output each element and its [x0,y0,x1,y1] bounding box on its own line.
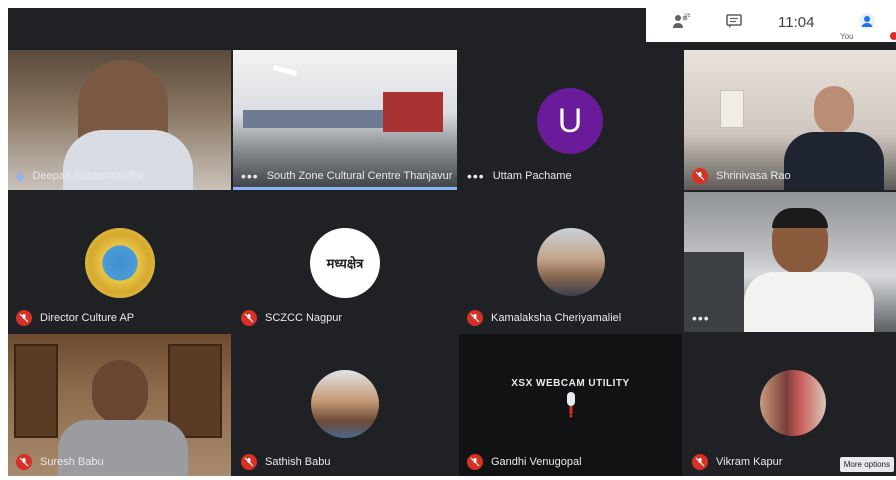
top-bar: 26 11:04 You [0,0,896,50]
more-dots-icon[interactable]: ••• [692,311,710,325]
participant-tile[interactable]: Shrinivasa Rao [684,50,896,190]
participant-label: Kamalaksha Cheriyamaliel [467,310,621,326]
participant-name: Deepak Sahasrabudhe [32,170,145,182]
pin-icon: ◆ [16,170,25,183]
clock: 11:04 [778,14,815,31]
mic-off-icon [467,310,483,326]
participant-label: Gandhi Venugopal [467,454,582,470]
you-label: You [840,32,854,41]
participant-tile[interactable]: Vikram Kapur More options [684,334,896,476]
participant-avatar [311,370,379,438]
mic-off-icon [241,310,257,326]
mic-off-icon [16,310,32,326]
status-panel: 26 11:04 You [650,4,896,42]
webcam-placeholder-text: XSX WEBCAM UTILITY [511,378,630,389]
participant-name: Gandhi Venugopal [491,456,582,468]
participant-name: Kamalaksha Cheriyamaliel [491,312,622,324]
meeting-header-dark [8,8,646,50]
webcam-logo-icon [564,390,578,423]
meeting-header-dark-strip [646,42,896,50]
participant-avatar: मध्यक्षेत्र [310,228,380,298]
participant-tile[interactable]: ◆ Deepak Sahasrabudhe [8,50,231,190]
recording-dot-icon [890,32,896,40]
participant-avatar [537,228,605,296]
participant-name: Vikram Kapur [716,456,783,468]
participant-label: Shrinivasa Rao [692,168,791,184]
participant-label: SCZCC Nagpur [241,310,342,326]
participant-tile[interactable]: ••• South Zone Cultural Centre Thanjavur [233,50,457,190]
more-dots-icon[interactable]: ••• [241,169,259,183]
mic-off-icon [241,454,257,470]
participant-name: Shrinivasa Rao [716,170,791,182]
participant-label: ••• South Zone Cultural Centre Thanjavur [241,168,452,184]
mic-off-icon [692,168,708,184]
svg-text:26: 26 [684,13,690,19]
participant-tile[interactable]: ••• [684,192,896,332]
mic-off-icon [692,454,708,470]
participant-tile[interactable]: Director Culture AP [8,192,231,332]
more-options-button[interactable]: More options [839,457,894,472]
participant-tile[interactable]: Sathish Babu [233,334,457,476]
participant-label: ◆ Deepak Sahasrabudhe [16,168,145,184]
participant-tile[interactable]: U ••• Uttam Pachame [459,50,682,190]
participant-label: ••• Uttam Pachame [467,168,572,184]
participant-avatar: U [537,88,603,154]
chat-icon[interactable] [726,14,742,33]
mic-off-icon [467,454,483,470]
participant-name: Sathish Babu [265,456,331,468]
participant-avatar [760,370,826,436]
participant-tile[interactable]: XSX WEBCAM UTILITY Gandhi Venugopal [459,334,682,476]
participant-label: Suresh Babu [16,454,104,470]
mic-off-icon [16,454,32,470]
people-icon[interactable]: 26 [672,13,691,33]
participant-tile[interactable]: मध्यक्षेत्र SCZCC Nagpur [233,192,457,332]
participant-tile[interactable]: Suresh Babu [8,334,231,476]
more-dots-icon[interactable]: ••• [467,169,485,183]
participant-label: Sathish Babu [241,454,330,470]
participant-name: South Zone Cultural Centre Thanjavur [266,170,453,182]
participant-label: Vikram Kapur [692,454,782,470]
participant-name: SCZCC Nagpur [265,312,343,324]
participant-label: Director Culture AP [16,310,134,326]
participant-avatar [85,228,155,298]
participant-grid: ◆ Deepak Sahasrabudhe ••• South Zone Cul… [8,50,896,476]
self-avatar-icon[interactable] [858,12,876,34]
speaking-indicator [233,187,457,190]
participant-name: Suresh Babu [40,456,104,468]
participant-name: Director Culture AP [40,312,135,324]
participant-tile[interactable]: Kamalaksha Cheriyamaliel [459,192,682,332]
participant-label: ••• [692,310,718,326]
participant-name: Uttam Pachame [492,170,572,182]
